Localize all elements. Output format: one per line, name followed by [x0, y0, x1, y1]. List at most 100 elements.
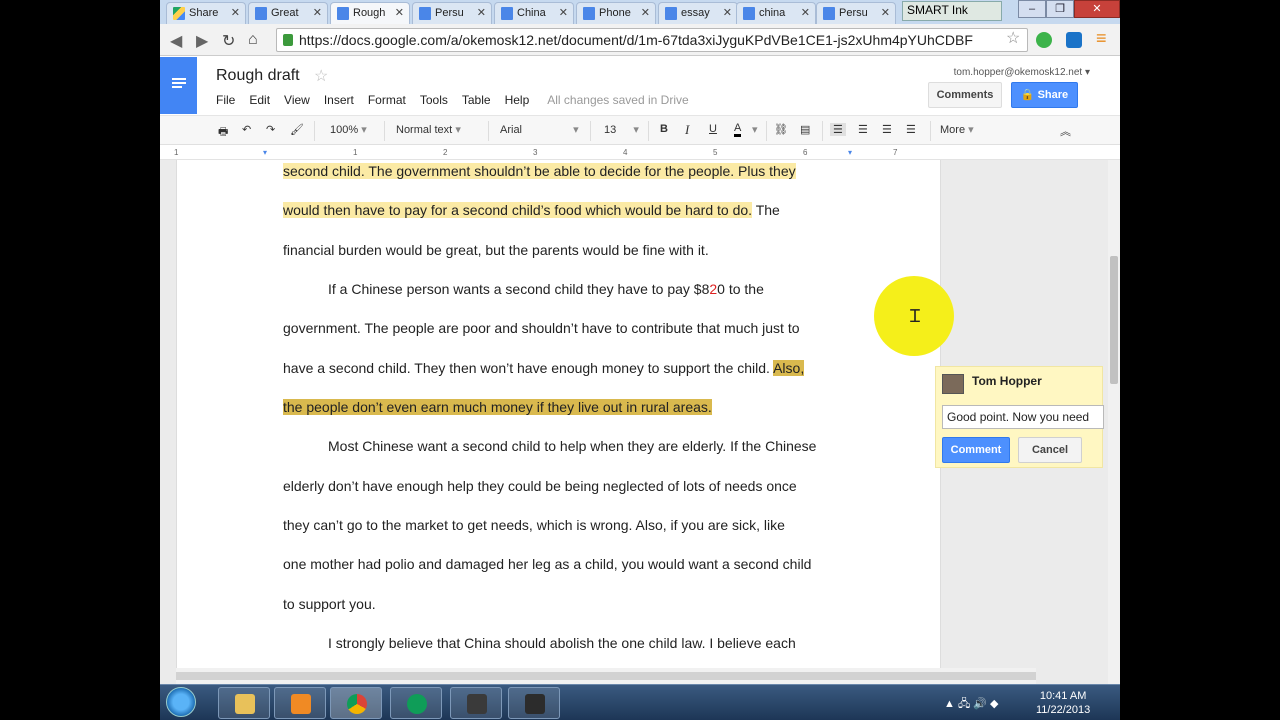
- document-page[interactable]: second child. The government shouldn’t b…: [176, 160, 941, 668]
- close-icon[interactable]: ✕: [723, 6, 732, 19]
- close-icon[interactable]: ✕: [313, 6, 322, 19]
- restore-button[interactable]: ❐: [1046, 0, 1074, 18]
- drive-icon: [173, 7, 185, 20]
- doc-line: have a second child. They then won’t hav…: [283, 357, 805, 379]
- menu-format[interactable]: Format: [368, 93, 406, 107]
- menu-tools[interactable]: Tools: [420, 93, 448, 107]
- highlighted-text[interactable]: would then have to pay for a second chil…: [283, 202, 753, 218]
- close-icon[interactable]: ✕: [395, 6, 404, 19]
- text-color-button[interactable]: A: [734, 123, 742, 137]
- url-input[interactable]: https://docs.google.com/a/okemosk12.net/…: [276, 28, 1028, 52]
- docs-home-icon[interactable]: [160, 57, 197, 114]
- hangouts-icon[interactable]: [390, 687, 442, 719]
- user-account[interactable]: tom.hopper@okemosk12.net ▾: [954, 67, 1090, 78]
- bookmark-star-icon[interactable]: ☆: [1006, 28, 1020, 48]
- forward-icon[interactable]: ▶: [196, 31, 208, 51]
- close-icon[interactable]: ✕: [641, 6, 650, 19]
- align-center-icon[interactable]: ☰: [858, 123, 868, 136]
- menu-view[interactable]: View: [284, 93, 310, 107]
- start-button[interactable]: [166, 687, 196, 717]
- comment-submit-button[interactable]: Comment: [942, 437, 1010, 463]
- menu-icon[interactable]: ≡: [1096, 28, 1107, 49]
- tab-share[interactable]: Share ✕: [166, 2, 246, 24]
- chevron-down-icon: ▾: [455, 124, 461, 136]
- close-icon[interactable]: ✕: [477, 6, 486, 19]
- horizontal-scrollbar[interactable]: [176, 668, 1036, 684]
- save-status[interactable]: All changes saved in Drive: [547, 93, 688, 107]
- tab-essay[interactable]: essay ✕: [658, 2, 738, 24]
- home-icon[interactable]: ⌂: [248, 31, 258, 49]
- right-indent-marker-icon[interactable]: ▾: [848, 148, 852, 157]
- smart-ink-toolbar[interactable]: SMART Ink: [902, 1, 1002, 21]
- more-button[interactable]: More ▾: [940, 123, 974, 136]
- close-icon[interactable]: ✕: [559, 6, 568, 19]
- share-button[interactable]: 🔒 Share: [1011, 82, 1078, 108]
- reload-icon[interactable]: ↻: [222, 31, 235, 51]
- smart-notebook-icon[interactable]: [450, 687, 502, 719]
- media-player-icon[interactable]: [274, 687, 326, 719]
- commented-text[interactable]: Also,: [773, 360, 805, 376]
- close-icon[interactable]: ✕: [231, 6, 240, 19]
- italic-button[interactable]: I: [685, 122, 689, 138]
- menu-edit[interactable]: Edit: [249, 93, 270, 107]
- commented-text[interactable]: the people don’t even earn much money if…: [283, 399, 712, 415]
- chevron-down-icon[interactable]: ▾: [752, 123, 758, 136]
- indent-marker-icon[interactable]: ▾: [263, 148, 267, 157]
- extension-icon[interactable]: [1066, 32, 1082, 48]
- undo-icon[interactable]: ↶: [242, 123, 251, 136]
- paint-format-icon[interactable]: 🖌: [290, 123, 304, 136]
- bold-button[interactable]: B: [660, 123, 668, 135]
- tab-persu[interactable]: Persu ✕: [412, 2, 492, 24]
- tab-great[interactable]: Great ✕: [248, 2, 328, 24]
- underline-button[interactable]: U: [709, 123, 717, 135]
- collapse-icon[interactable]: ︽: [1060, 123, 1071, 139]
- ruler[interactable]: 1 ▾ 1 2 3 4 5 6 ▾ 7: [160, 146, 1120, 160]
- star-icon[interactable]: ☆: [314, 66, 328, 86]
- align-right-icon[interactable]: ☰: [882, 123, 892, 136]
- tab-rough[interactable]: Rough ✕: [330, 2, 410, 24]
- zoom-select[interactable]: 100% ▾: [330, 123, 367, 136]
- close-icon[interactable]: ✕: [881, 6, 890, 19]
- scroll-thumb[interactable]: [1110, 256, 1118, 384]
- evernote-icon[interactable]: [1036, 32, 1052, 48]
- vertical-scrollbar[interactable]: [1108, 160, 1120, 684]
- system-tray[interactable]: ▲ 🖧 🔊 ◆: [944, 695, 998, 714]
- redo-icon[interactable]: ↷: [266, 123, 275, 136]
- explorer-icon[interactable]: [218, 687, 270, 719]
- lock-icon: [283, 34, 293, 46]
- size-select[interactable]: 13 ▾: [604, 123, 639, 136]
- highlighted-text[interactable]: second child. The government shouldn’t b…: [283, 163, 796, 179]
- link-icon[interactable]: ⛓: [774, 123, 788, 136]
- doc-line: government. The people are poor and shou…: [283, 320, 800, 336]
- print-icon[interactable]: 🖶: [218, 123, 228, 142]
- chevron-down-icon: ▾: [633, 124, 639, 136]
- tab-phone[interactable]: Phone ✕: [576, 2, 656, 24]
- chevron-down-icon: ▾: [968, 124, 974, 136]
- doc-line: financial burden would be great, but the…: [283, 242, 709, 258]
- comment-cancel-button[interactable]: Cancel: [1018, 437, 1082, 463]
- chrome-icon[interactable]: [330, 687, 382, 719]
- menu-insert[interactable]: Insert: [324, 93, 354, 107]
- scroll-thumb[interactable]: [176, 672, 1036, 680]
- clock[interactable]: 10:41 AM 11/22/2013: [1036, 689, 1090, 717]
- back-icon[interactable]: ◀: [170, 31, 182, 51]
- align-left-icon[interactable]: ☰: [830, 123, 846, 136]
- font-select[interactable]: Arial ▾: [500, 123, 580, 136]
- tab-label: Phone: [599, 7, 631, 19]
- justify-icon[interactable]: ☰: [906, 123, 916, 136]
- menu-help[interactable]: Help: [505, 93, 530, 107]
- comments-button[interactable]: Comments: [928, 82, 1002, 108]
- tab-persu-2[interactable]: Persu ✕: [816, 2, 896, 24]
- minimize-button[interactable]: –: [1018, 0, 1046, 18]
- smart-ink-icon[interactable]: [508, 687, 560, 719]
- document-title[interactable]: Rough draft: [216, 67, 300, 85]
- menu-table[interactable]: Table: [462, 93, 491, 107]
- comment-icon[interactable]: ▤: [800, 123, 810, 136]
- tab-china-2[interactable]: china ✕: [736, 2, 816, 24]
- tab-china[interactable]: China ✕: [494, 2, 574, 24]
- style-select[interactable]: Normal text ▾: [396, 123, 461, 136]
- comment-input[interactable]: Good point. Now you need: [942, 405, 1104, 429]
- menu-file[interactable]: File: [216, 93, 235, 107]
- close-icon[interactable]: ✕: [801, 6, 810, 19]
- window-close-button[interactable]: ✕: [1074, 0, 1120, 18]
